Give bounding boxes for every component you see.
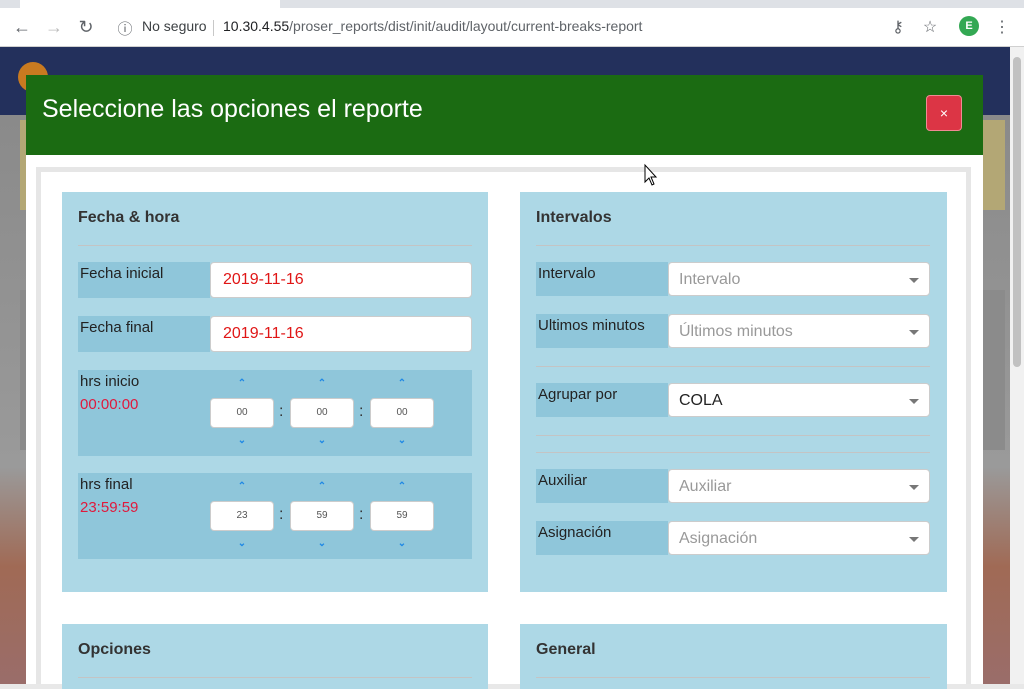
hrs-final-row: hrs final 23:59:59 ⌃ 23 ⌄ : ⌃ 59 ⌄ : ⌃ 5… (78, 473, 472, 559)
hour-input[interactable]: 23 (210, 501, 274, 531)
ultimos-minutos-label: Ultimos minutos (536, 314, 668, 348)
divider (536, 452, 930, 453)
hrs-final-value: 23:59:59 (80, 499, 139, 516)
fecha-final-label: Fecha final (78, 316, 210, 352)
general-panel: General (520, 624, 947, 689)
hour-down-icon[interactable]: ⌄ (236, 537, 248, 549)
star-icon[interactable]: ☆ (919, 16, 941, 38)
forward-icon[interactable]: → (43, 16, 65, 38)
minute-input[interactable]: 59 (290, 501, 354, 531)
minute-input[interactable]: 00 (290, 398, 354, 428)
intervalo-select[interactable]: Intervalo (668, 262, 930, 296)
intervalo-label: Intervalo (536, 262, 668, 296)
agrupar-por-value: COLA (679, 392, 723, 409)
chevron-down-icon (909, 537, 919, 542)
modal-body: Fecha & hora Fecha inicial 2019-11-16 Fe… (36, 167, 971, 689)
divider (536, 435, 930, 436)
panel-title: General (536, 641, 596, 658)
fecha-inicial-label: Fecha inicial (78, 262, 210, 298)
chevron-down-icon (909, 485, 919, 490)
fecha-inicial-input[interactable]: 2019-11-16 (210, 262, 472, 298)
divider (536, 677, 930, 678)
time-separator: : (279, 506, 284, 523)
scrollbar-thumb[interactable] (1013, 57, 1021, 367)
agrupar-por-label: Agrupar por (536, 383, 668, 417)
minute-down-icon[interactable]: ⌄ (316, 434, 328, 446)
hour-up-icon[interactable]: ⌃ (236, 480, 248, 492)
asignacion-placeholder: Asignación (679, 530, 758, 547)
time-separator: : (359, 403, 364, 420)
close-button[interactable]: × (926, 95, 962, 131)
asignacion-select[interactable]: Asignación (668, 521, 930, 555)
report-options-modal: Seleccione las opciones el reporte × Fec… (26, 75, 983, 689)
omnibox-divider (213, 20, 214, 36)
browser-toolbar: ← → ↻ ⓘ No seguro 10.30.4.55/proser_repo… (0, 8, 1024, 47)
tab-strip (0, 0, 1024, 8)
auxiliar-select[interactable]: Auxiliar (668, 469, 930, 503)
minute-down-icon[interactable]: ⌄ (316, 537, 328, 549)
second-down-icon[interactable]: ⌄ (396, 434, 408, 446)
security-label[interactable]: No seguro (142, 18, 207, 34)
second-down-icon[interactable]: ⌄ (396, 537, 408, 549)
panel-title: Intervalos (536, 209, 612, 226)
minute-up-icon[interactable]: ⌃ (316, 377, 328, 389)
panel-title: Fecha & hora (78, 209, 180, 226)
divider (536, 245, 930, 246)
hrs-inicio-label: hrs inicio (80, 373, 140, 390)
asignacion-label: Asignación (536, 521, 668, 555)
ultimos-minutos-placeholder: Últimos minutos (679, 323, 793, 340)
time-separator: : (279, 403, 284, 420)
time-separator: : (359, 506, 364, 523)
auxiliar-placeholder: Auxiliar (679, 478, 732, 495)
second-up-icon[interactable]: ⌃ (396, 480, 408, 492)
second-up-icon[interactable]: ⌃ (396, 377, 408, 389)
auxiliar-label: Auxiliar (536, 469, 668, 503)
divider (78, 245, 472, 246)
modal-title: Seleccione las opciones el reporte (42, 95, 423, 123)
panel-title: Opciones (78, 641, 151, 658)
active-tab[interactable] (20, 0, 280, 8)
info-icon[interactable]: ⓘ (116, 19, 134, 38)
fecha-hora-panel: Fecha & hora Fecha inicial 2019-11-16 Fe… (62, 192, 488, 592)
divider (78, 677, 472, 678)
second-input[interactable]: 59 (370, 501, 434, 531)
chevron-down-icon (909, 278, 919, 283)
chevron-down-icon (909, 330, 919, 335)
intervalos-panel: Intervalos Intervalo Intervalo Ultimos m… (520, 192, 947, 592)
hour-input[interactable]: 00 (210, 398, 274, 428)
key-icon[interactable]: ⚷ (887, 16, 909, 38)
reload-icon[interactable]: ↻ (75, 16, 97, 38)
hrs-inicio-value: 00:00:00 (80, 396, 139, 413)
fecha-final-input[interactable]: 2019-11-16 (210, 316, 472, 352)
hrs-inicio-row: hrs inicio 00:00:00 ⌃ 00 ⌄ : ⌃ 00 ⌄ : ⌃ … (78, 370, 472, 456)
modal-header: Seleccione las opciones el reporte × (26, 75, 983, 155)
url-path: /proser_reports/dist/init/audit/layout/c… (289, 18, 643, 34)
hrs-final-label: hrs final (80, 476, 133, 493)
second-input[interactable]: 00 (370, 398, 434, 428)
url-host: 10.30.4.55 (223, 18, 290, 34)
ultimos-minutos-select[interactable]: Últimos minutos (668, 314, 930, 348)
divider (536, 366, 930, 367)
profile-avatar[interactable]: E (959, 16, 979, 36)
opciones-panel: Opciones (62, 624, 488, 689)
hour-down-icon[interactable]: ⌄ (236, 434, 248, 446)
intervalo-placeholder: Intervalo (679, 271, 741, 288)
menu-icon[interactable]: ⋮ (991, 16, 1013, 38)
mouse-cursor-icon (644, 163, 658, 186)
address-bar[interactable]: 10.30.4.55/proser_reports/dist/init/audi… (223, 18, 642, 34)
chevron-down-icon (909, 399, 919, 404)
page-scrollbar[interactable] (1010, 47, 1024, 684)
hour-up-icon[interactable]: ⌃ (236, 377, 248, 389)
back-icon[interactable]: ← (11, 16, 33, 38)
agrupar-por-select[interactable]: COLA (668, 383, 930, 417)
minute-up-icon[interactable]: ⌃ (316, 480, 328, 492)
